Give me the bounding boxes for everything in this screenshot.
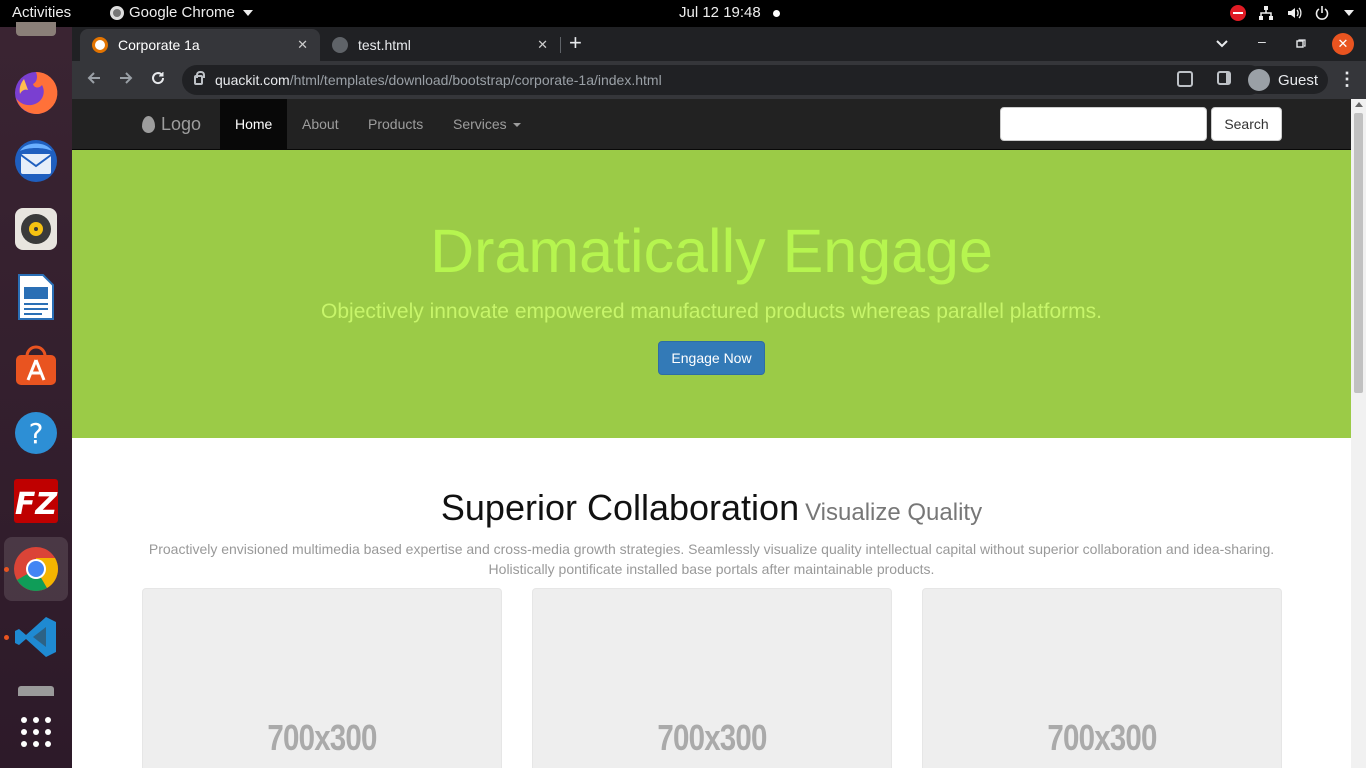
qr-code-icon[interactable] — [1177, 71, 1193, 87]
lock-icon[interactable] — [194, 71, 205, 85]
clock[interactable]: Jul 12 19:48 — [679, 4, 761, 21]
minimize-icon[interactable]: – — [1258, 33, 1266, 49]
ubuntu-dock: ? FZ — [0, 22, 72, 768]
filezilla-icon[interactable]: FZ — [4, 469, 68, 533]
tab-corporate-1a[interactable]: Corporate 1a ✕ — [80, 29, 320, 61]
browser-toolbar: quackit.com /html/templates/download/boo… — [72, 61, 1366, 99]
app-menu[interactable]: Google Chrome — [110, 4, 253, 21]
placeholder-image[interactable]: 700x300 — [922, 588, 1282, 768]
brand-logo[interactable]: Logo — [142, 114, 201, 135]
running-indicator-icon — [4, 567, 9, 572]
section-heading: Superior Collaboration Visualize Quality — [72, 487, 1351, 529]
quackit-favicon-icon — [92, 37, 108, 53]
rhythmbox-icon[interactable] — [4, 197, 68, 261]
system-tray[interactable] — [1229, 4, 1354, 22]
placeholder-label: 700x300 — [267, 717, 377, 758]
engage-now-button[interactable]: Engage Now — [658, 341, 765, 375]
close-window-icon[interactable]: ✕ — [1332, 33, 1354, 55]
thunderbird-icon[interactable] — [4, 129, 68, 193]
fire-icon — [142, 116, 155, 133]
address-bar[interactable]: quackit.com /html/templates/download/boo… — [182, 65, 1264, 95]
scrollbar-thumb[interactable] — [1354, 113, 1363, 393]
svg-text:FZ: FZ — [15, 487, 58, 522]
running-indicator-icon — [4, 635, 9, 640]
more-menu-icon[interactable]: ⋮ — [1338, 69, 1356, 90]
tab-test-html[interactable]: test.html ✕ — [320, 29, 560, 61]
search-input[interactable] — [1000, 107, 1207, 141]
tab-separator — [560, 37, 561, 53]
libreoffice-writer-icon[interactable] — [4, 265, 68, 329]
placeholder-image[interactable]: 700x300 — [532, 588, 892, 768]
firefox-icon[interactable] — [4, 61, 68, 125]
files-icon[interactable] — [4, 15, 68, 43]
caret-down-icon — [512, 123, 521, 128]
show-apps-icon[interactable] — [4, 700, 68, 764]
do-not-disturb-icon[interactable] — [1229, 4, 1247, 22]
ubuntu-software-icon[interactable] — [4, 333, 68, 397]
close-icon[interactable]: ✕ — [297, 37, 308, 53]
section-lead: Proactively envisioned multimedia based … — [142, 539, 1281, 579]
page-scrollbar[interactable] — [1351, 99, 1366, 768]
profile-button[interactable]: Guest — [1244, 66, 1329, 94]
nav-services-label: Services — [453, 116, 507, 132]
help-icon[interactable]: ? — [4, 401, 68, 465]
new-tab-icon[interactable]: + — [569, 32, 582, 54]
tab-title: test.html — [358, 37, 411, 53]
page-viewport: Logo Home About Products Services Search… — [72, 99, 1351, 768]
scroll-up-icon[interactable] — [1355, 102, 1363, 107]
chevron-down-icon — [242, 9, 253, 16]
nav-home[interactable]: Home — [220, 99, 288, 149]
brand-label: Logo — [161, 114, 202, 134]
nav-about[interactable]: About — [287, 99, 354, 149]
side-panel-icon[interactable] — [1217, 71, 1231, 85]
back-icon[interactable] — [82, 69, 106, 91]
tab-search-icon[interactable] — [1216, 35, 1228, 51]
chevron-down-icon[interactable] — [1344, 10, 1354, 16]
hero-jumbotron: Dramatically Engage Objectively innovate… — [72, 150, 1351, 438]
globe-icon — [332, 37, 348, 53]
url-path: /html/templates/download/bootstrap/corpo… — [289, 72, 662, 88]
hero-title: Dramatically Engage — [430, 217, 993, 285]
placeholder-image[interactable]: 700x300 — [142, 588, 502, 768]
close-icon[interactable]: ✕ — [537, 37, 548, 53]
chrome-icon[interactable] — [4, 537, 68, 601]
hero-subtitle: Objectively innovate empowered manufactu… — [321, 300, 1102, 323]
lead-line-1: Proactively envisioned multimedia based … — [148, 541, 1275, 557]
app-menu-label: Google Chrome — [129, 4, 235, 21]
url-host: quackit.com — [215, 72, 290, 88]
power-icon[interactable] — [1313, 4, 1331, 22]
gnome-top-bar: Activities Google Chrome Jul 12 19:48 — [0, 0, 1366, 27]
lead-line-2: Holistically pontificate installed base … — [488, 561, 935, 577]
section-title: Superior Collaboration — [440, 487, 800, 528]
section-subtitle: Visualize Quality — [805, 499, 983, 526]
network-icon[interactable] — [1257, 4, 1275, 22]
nav-services[interactable]: Services — [438, 99, 536, 149]
search-button[interactable]: Search — [1211, 107, 1282, 141]
notification-dot-icon — [773, 10, 780, 17]
site-navbar: Logo Home About Products Services Search — [72, 99, 1351, 150]
placeholder-label: 700x300 — [1047, 717, 1157, 758]
nav-products[interactable]: Products — [353, 99, 438, 149]
vscode-icon[interactable] — [4, 605, 68, 669]
svg-text:?: ? — [29, 417, 44, 450]
chrome-window: Corporate 1a ✕ test.html ✕ + – ✕ quackit… — [72, 27, 1366, 768]
trash-icon[interactable] — [4, 677, 68, 697]
maximize-icon[interactable] — [1296, 36, 1306, 52]
tab-title: Corporate 1a — [118, 37, 200, 53]
profile-label: Guest — [1278, 71, 1319, 89]
reload-icon[interactable] — [146, 69, 170, 91]
tab-strip: Corporate 1a ✕ test.html ✕ + – ✕ — [72, 27, 1366, 61]
forward-icon[interactable] — [114, 69, 138, 91]
avatar-icon — [1248, 69, 1270, 91]
placeholder-label: 700x300 — [657, 717, 767, 758]
volume-icon[interactable] — [1285, 4, 1303, 22]
chrome-small-icon — [110, 5, 124, 20]
